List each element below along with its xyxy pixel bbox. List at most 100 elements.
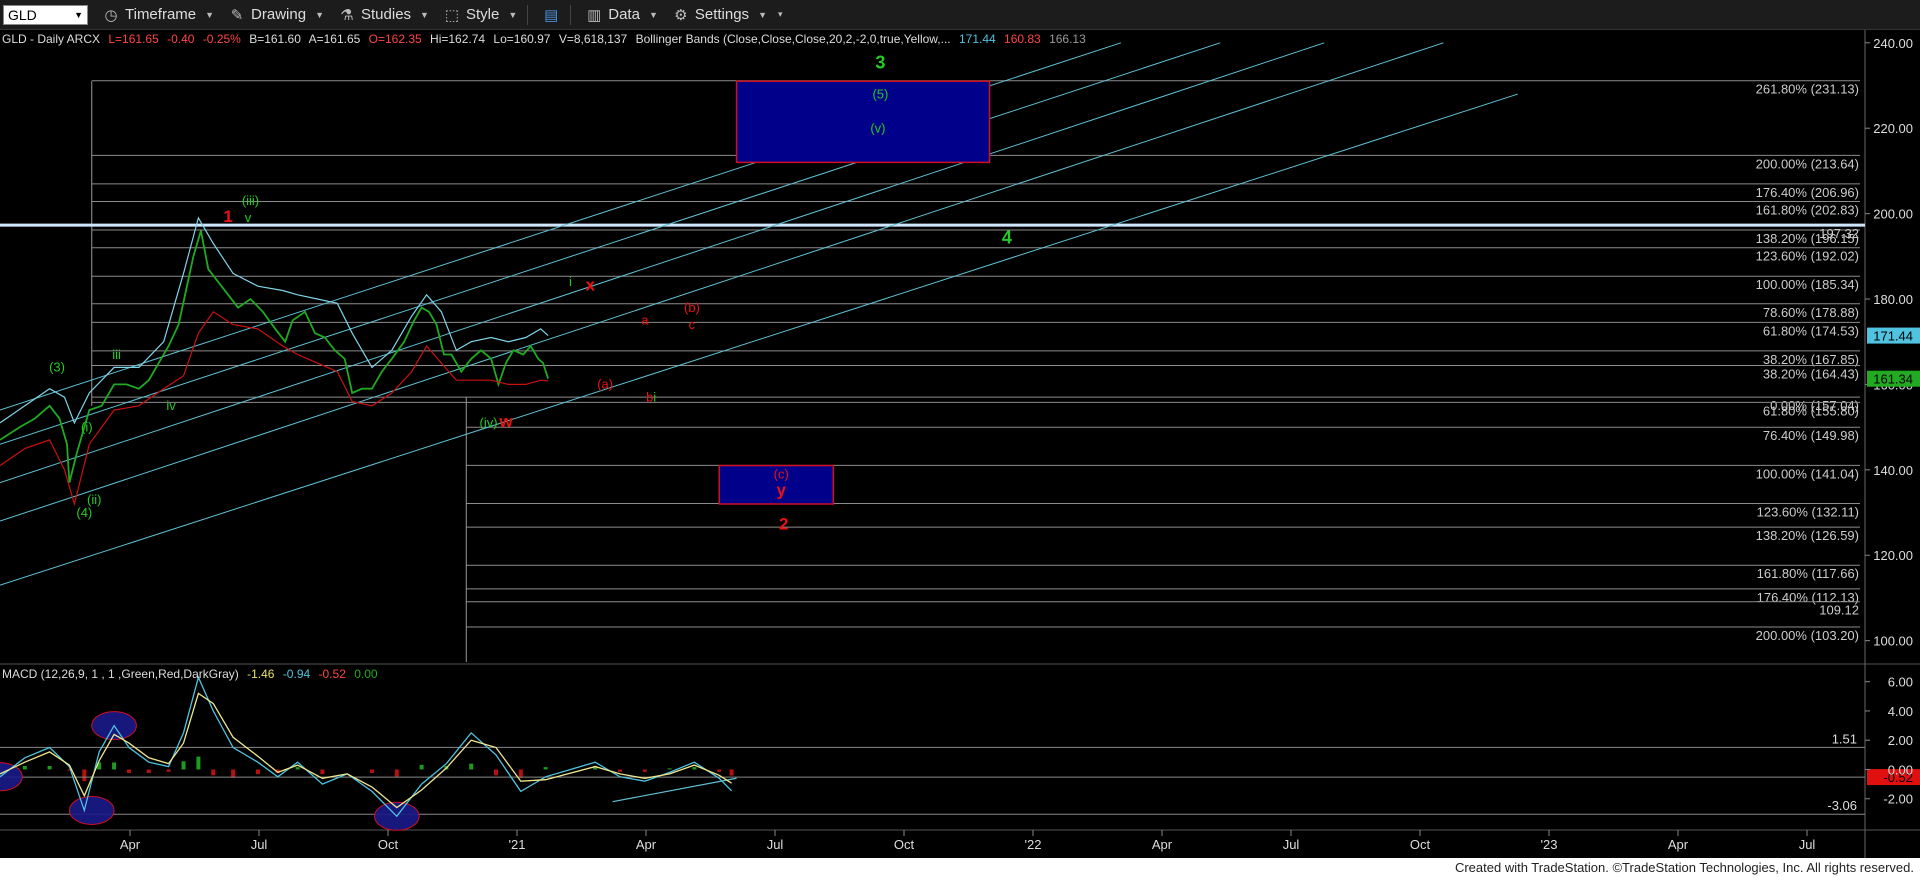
fib-level-label: 100.00% (185.34) bbox=[1756, 277, 1859, 292]
macd-histogram-bar bbox=[469, 763, 474, 770]
chart-canvas[interactable]: 261.80% (231.13)200.00% (213.64)176.40% … bbox=[0, 30, 1920, 858]
fib-level-label: 38.20% (167.85) bbox=[1763, 352, 1859, 367]
toolbar-divider bbox=[527, 4, 529, 25]
price-badge-label: 171.44 bbox=[1873, 329, 1913, 344]
chevron-down-icon: ▼ bbox=[205, 9, 215, 20]
macd-histogram-bar bbox=[231, 769, 236, 778]
x-axis-tick-label: Apr bbox=[1152, 837, 1173, 852]
y-axis-tick-label: 120.00 bbox=[1873, 548, 1913, 563]
timeframe-label: Timeframe bbox=[125, 6, 197, 23]
macd-line bbox=[0, 675, 733, 818]
wave-label-red: b bbox=[646, 390, 653, 405]
footer: Created with TradeStation. ©TradeStation… bbox=[0, 858, 1920, 877]
macd-histogram-bar bbox=[494, 769, 499, 776]
y-axis-tick-label: 6.00 bbox=[1888, 675, 1913, 690]
clock-icon: ◷ bbox=[104, 6, 118, 24]
macd-histogram-bar bbox=[295, 767, 300, 770]
overflow-icon[interactable]: ▾ bbox=[778, 9, 783, 20]
y-axis-tick-label: 2.00 bbox=[1888, 733, 1913, 748]
macd-histogram-bar bbox=[642, 769, 647, 772]
settings-label: Settings bbox=[694, 6, 750, 23]
wave-label-green: (4) bbox=[76, 505, 92, 520]
study-label: Bollinger Bands (Close,Close,Close,20,2,… bbox=[635, 32, 951, 46]
x-axis-tick-label: Apr bbox=[120, 837, 141, 852]
fib-level-label: 38.20% (164.43) bbox=[1763, 367, 1859, 382]
wave-label-red: 1 bbox=[223, 207, 232, 226]
channel-line bbox=[0, 93, 1518, 586]
bar-chart-icon: ▥ bbox=[587, 6, 602, 24]
wave-label-green: 3 bbox=[875, 52, 885, 72]
symbol-input[interactable]: GLD ▼ bbox=[3, 4, 88, 25]
x-axis-tick-label: Oct bbox=[378, 837, 399, 852]
x-axis-tick-label: Oct bbox=[894, 837, 915, 852]
chevron-down-icon: ▼ bbox=[315, 9, 324, 20]
chevron-down-icon: ▼ bbox=[648, 9, 658, 20]
bb-upper-value: 171.44 bbox=[958, 32, 996, 46]
macd-histogram-bar bbox=[394, 769, 399, 777]
y-axis-tick-label: -2.00 bbox=[1883, 792, 1913, 807]
y-axis-tick-label: 180.00 bbox=[1873, 292, 1913, 307]
wave-label-green: (5) bbox=[872, 86, 888, 101]
change-value: -0.40 bbox=[167, 32, 195, 46]
wave-label-green: iii bbox=[112, 347, 121, 362]
fib-level-label: 176.40% (206.96) bbox=[1756, 185, 1859, 200]
channel-line bbox=[0, 42, 1325, 484]
y-axis-tick-label: 200.00 bbox=[1873, 207, 1913, 222]
x-axis-tick-label: Jul bbox=[767, 837, 784, 852]
wave-label-green: (iii) bbox=[242, 193, 259, 208]
x-axis-tick-label: Oct bbox=[1410, 837, 1431, 852]
wave-label-green: i bbox=[653, 390, 656, 405]
wave-label-green: (i) bbox=[81, 419, 93, 434]
fib-level-label: 138.20% (126.59) bbox=[1756, 528, 1859, 543]
macd-histogram-bar bbox=[419, 764, 424, 770]
y-axis-tick-label: 4.00 bbox=[1888, 704, 1913, 719]
macd-header: MACD (12,26,9, 1 , 1 ,Green,Red,DarkGray… bbox=[2, 667, 383, 681]
data-button[interactable]: ▥ Data ▼ bbox=[585, 6, 658, 24]
timeframe-button[interactable]: ◷ Timeframe ▼ bbox=[102, 6, 214, 24]
wave-label-red: x bbox=[586, 275, 596, 294]
macd-histogram-bar bbox=[518, 769, 523, 778]
wave-label-green: (v) bbox=[870, 120, 885, 135]
fib-level-label: 200.00% (213.64) bbox=[1756, 156, 1859, 171]
last-price: L=161.65 bbox=[108, 32, 159, 46]
toolbar: GLD ▼ ◷ Timeframe ▼ ✎ Drawing ▼ ⚗ Studie… bbox=[0, 0, 1920, 30]
change-percent: -0.25% bbox=[202, 32, 241, 46]
fib-level-label: 161.80% (117.66) bbox=[1757, 566, 1859, 581]
x-axis-tick-label: Jul bbox=[251, 837, 268, 852]
flask-icon: ⚗ bbox=[340, 6, 354, 24]
wave-label-red: (a) bbox=[597, 377, 613, 392]
fib-level-label: 123.60% (192.02) bbox=[1756, 249, 1859, 264]
macd-histogram-bar bbox=[618, 769, 623, 772]
gear-icon: ⚙ bbox=[674, 6, 688, 24]
macd-histogram-bar bbox=[543, 767, 548, 770]
volume-value: V=8,618,137 bbox=[558, 32, 628, 46]
fib-level-label: 123.60% (132.11) bbox=[1757, 505, 1859, 520]
macd-histogram-bar bbox=[196, 756, 201, 770]
x-axis-tick-label: Apr bbox=[636, 837, 657, 852]
wave-label-green: (iv) bbox=[480, 415, 498, 430]
style-button[interactable]: ⬚ Style ▼ bbox=[443, 6, 517, 24]
macd-reference-label: -3.06 bbox=[1827, 798, 1857, 813]
drawing-button[interactable]: ✎ Drawing ▼ bbox=[228, 6, 324, 24]
macd-histogram-bar bbox=[146, 769, 151, 773]
macd-value: -1.46 bbox=[247, 667, 275, 681]
toolbar-divider bbox=[570, 4, 572, 25]
layout-button[interactable]: ▤ bbox=[542, 6, 560, 24]
y-axis-tick-label: 240.00 bbox=[1873, 36, 1913, 51]
symbol-line: GLD - Daily ARCX bbox=[2, 32, 101, 46]
fib-level-label: 76.40% (149.98) bbox=[1763, 428, 1859, 443]
y-axis-tick-label: 0.00 bbox=[1888, 762, 1913, 777]
target-zone-box bbox=[735, 80, 991, 164]
symbol-value: GLD bbox=[8, 6, 37, 23]
fib-level-label: 161.80% (202.83) bbox=[1756, 203, 1859, 218]
studies-label: Studies bbox=[361, 6, 412, 23]
studies-button[interactable]: ⚗ Studies ▼ bbox=[338, 6, 429, 24]
wave-label-red: y bbox=[776, 480, 786, 499]
settings-button[interactable]: ⚙ Settings ▼ ▾ bbox=[672, 6, 783, 24]
macd-histogram-bar bbox=[667, 768, 672, 770]
fib-level-label: 200.00% (103.20) bbox=[1756, 628, 1859, 643]
dropdown-arrow-icon[interactable]: ▼ bbox=[74, 10, 83, 20]
macd-histogram-bar bbox=[126, 769, 131, 773]
x-axis-tick-label: '22 bbox=[1025, 837, 1042, 852]
low-value: Lo=160.97 bbox=[493, 32, 551, 46]
